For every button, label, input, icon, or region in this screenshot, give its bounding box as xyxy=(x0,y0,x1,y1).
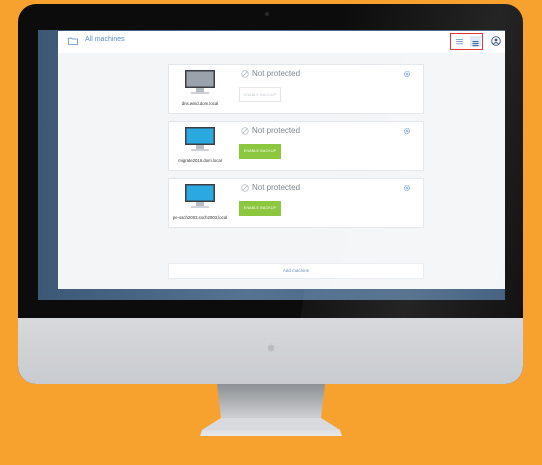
machine-name: pe-ssch2003.ssch2003.local xyxy=(172,215,228,220)
camera-dot xyxy=(265,12,269,16)
grid-view-button[interactable] xyxy=(470,36,481,47)
machines-list: dns.wind.dom.local Not protected ENABLE … xyxy=(58,53,505,289)
machine-card: migrate2016.dom.local Not protected ENAB… xyxy=(168,121,424,171)
grid-view-icon xyxy=(472,41,479,47)
enable-backup-button[interactable]: ENABLE BACKUP xyxy=(239,144,281,159)
not-protected-icon xyxy=(241,184,249,192)
not-protected-icon xyxy=(241,70,249,78)
add-machine-button[interactable]: Add machine xyxy=(168,263,424,279)
apple-logo-icon xyxy=(267,343,275,352)
backup-app-window: All machines dns.wind.dom.local Not prot… xyxy=(58,31,505,289)
machine-card: pe-ssch2003.ssch2003.local Not protected… xyxy=(168,178,424,228)
app-header: All machines xyxy=(58,31,505,54)
page-title: All machines xyxy=(85,36,125,43)
machine-name: migrate2016.dom.local xyxy=(178,158,222,163)
enable-backup-button[interactable]: ENABLE BACKUP xyxy=(239,87,281,102)
not-protected-icon xyxy=(241,127,249,135)
account-icon[interactable] xyxy=(491,36,501,46)
folder-icon xyxy=(68,37,78,45)
computer-icon xyxy=(185,184,215,208)
enable-backup-button[interactable]: ENABLE BACKUP xyxy=(239,201,281,216)
computer-icon xyxy=(185,127,215,151)
gear-icon[interactable] xyxy=(403,70,411,78)
machine-card: dns.wind.dom.local Not protected ENABLE … xyxy=(168,64,424,114)
gear-icon[interactable] xyxy=(403,184,411,192)
protection-status: Not protected xyxy=(252,126,301,135)
protection-status: Not protected xyxy=(252,183,301,192)
protection-status: Not protected xyxy=(252,69,301,78)
machine-name: dns.wind.dom.local xyxy=(181,101,219,106)
gear-icon[interactable] xyxy=(403,127,411,135)
computer-icon xyxy=(185,70,215,94)
list-view-icon[interactable] xyxy=(455,37,464,46)
monitor-stand xyxy=(200,384,342,436)
